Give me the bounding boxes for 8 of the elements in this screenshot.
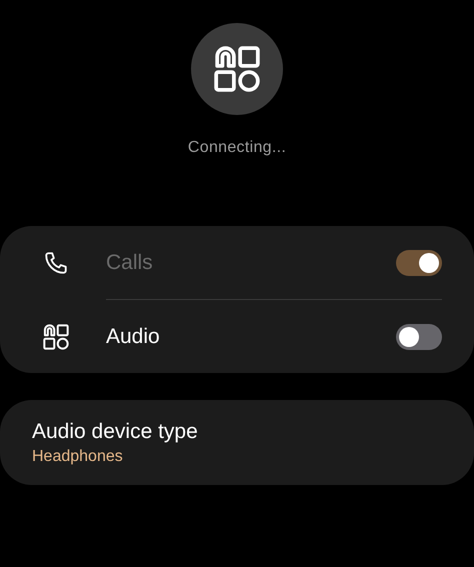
device-types-icon [212,44,262,94]
toggle-switch[interactable] [396,324,442,350]
device-type-item[interactable]: Audio device type Headphones [0,400,474,485]
toggle-label: Audio [106,324,161,348]
toggle-label: Calls [106,250,154,274]
setting-value: Headphones [32,448,124,466]
connection-status: Connecting... [188,139,286,157]
setting-title: Audio device type [32,420,199,444]
